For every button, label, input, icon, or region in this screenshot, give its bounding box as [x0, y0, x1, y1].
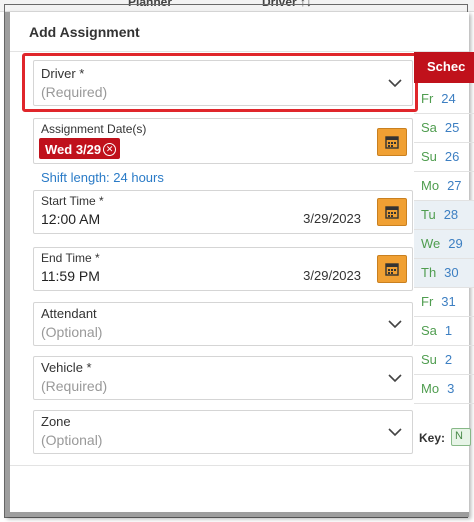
- start-time-calendar-button[interactable]: [377, 198, 407, 226]
- schedule-day-row[interactable]: Mo 27: [414, 172, 474, 201]
- zone-label: Zone: [41, 414, 71, 429]
- end-time-label: End Time *: [41, 251, 100, 265]
- attendant-placeholder: (Optional): [41, 324, 103, 340]
- schedule-day-row[interactable]: Mo 3: [414, 375, 474, 404]
- vehicle-label: Vehicle *: [41, 360, 92, 375]
- add-assignment-modal: Add Assignment Driver * (Required) Assig…: [5, 12, 469, 517]
- shift-length-text: Shift length: 24 hours: [41, 170, 164, 185]
- schedule-key: Key: N: [414, 424, 474, 450]
- schedule-day-name: Mo: [421, 178, 440, 193]
- schedule-day-date: 28: [443, 207, 459, 222]
- schedule-day-name: Mo: [421, 381, 440, 396]
- key-box: N: [451, 428, 471, 446]
- schedule-day-date: 29: [448, 236, 463, 251]
- schedule-day-date: 1: [444, 323, 453, 338]
- schedule-day-date: 31: [441, 294, 456, 309]
- schedule-day-name: Sa: [421, 120, 437, 135]
- schedule-panel: Schec Fr 24 Sa 25 Su 26 Mo 27 Tu 28 We 29 Th 30 Fr 31 Sa…: [414, 52, 474, 462]
- attendant-select[interactable]: Attendant (Optional): [33, 302, 413, 346]
- schedule-header: Schec: [414, 52, 474, 83]
- vehicle-select[interactable]: Vehicle * (Required): [33, 356, 413, 400]
- modal-title: Add Assignment: [10, 12, 469, 52]
- end-time-calendar-button[interactable]: [377, 255, 407, 283]
- schedule-day-row[interactable]: Su 26: [414, 143, 474, 172]
- schedule-day-row[interactable]: Th 30: [414, 259, 474, 288]
- schedule-day-date: 3: [447, 381, 455, 396]
- attendant-label: Attendant: [41, 306, 97, 321]
- end-time-field[interactable]: End Time * 11:59 PM 3/29/2023: [33, 247, 413, 291]
- schedule-day-name: Sa: [421, 323, 437, 338]
- schedule-day-date: 24: [441, 91, 456, 106]
- calendar-icon: [385, 206, 399, 219]
- schedule-day-row[interactable]: Su 2: [414, 346, 474, 375]
- assignment-dates-label: Assignment Date(s): [41, 122, 147, 136]
- calendar-icon: [385, 136, 399, 149]
- zone-select[interactable]: Zone (Optional): [33, 410, 413, 454]
- schedule-day-row[interactable]: Sa 25: [414, 114, 474, 143]
- schedule-day-date: 30: [444, 265, 459, 280]
- calendar-icon: [385, 263, 399, 276]
- vehicle-placeholder: (Required): [41, 378, 108, 394]
- schedule-day-name: We: [421, 236, 441, 251]
- date-chip[interactable]: Wed 3/29 ✕: [39, 138, 121, 159]
- schedule-day-row[interactable]: Sa 1: [414, 317, 474, 346]
- schedule-day-date: 26: [444, 149, 460, 164]
- key-label: Key:: [419, 431, 446, 445]
- zone-placeholder: (Optional): [41, 432, 103, 448]
- modal-footer-divider: [10, 465, 469, 466]
- schedule-day-row[interactable]: Fr 31: [414, 288, 474, 317]
- close-circle-icon[interactable]: ✕: [103, 143, 117, 156]
- start-time-label: Start Time *: [41, 194, 104, 208]
- schedule-day-name: Tu: [421, 207, 436, 222]
- schedule-day-name: Th: [421, 265, 437, 280]
- schedule-day-name: Fr: [421, 91, 434, 106]
- chevron-down-icon: [388, 374, 402, 383]
- schedule-day-date: 27: [447, 178, 462, 193]
- assignment-dates-field: Assignment Date(s) Wed 3/29 ✕: [33, 118, 413, 164]
- schedule-day-date: 2: [444, 352, 453, 367]
- chevron-down-icon: [388, 320, 402, 329]
- schedule-day-row[interactable]: Fr 24: [414, 85, 474, 114]
- schedule-day-name: Su: [421, 149, 437, 164]
- date-chip-label: Wed 3/29: [45, 142, 102, 157]
- schedule-day-row[interactable]: Tu 28: [414, 201, 474, 230]
- driver-highlight-box: [22, 53, 418, 112]
- end-date-value[interactable]: 3/29/2023: [303, 268, 361, 283]
- start-time-field[interactable]: Start Time * 12:00 AM 3/29/2023: [33, 190, 413, 234]
- schedule-day-row[interactable]: We 29: [414, 230, 474, 259]
- assignment-date-calendar-button[interactable]: [377, 128, 407, 156]
- schedule-day-date: 25: [444, 120, 460, 135]
- start-date-value[interactable]: 3/29/2023: [303, 211, 361, 226]
- schedule-day-name: Fr: [421, 294, 434, 309]
- schedule-day-name: Su: [421, 352, 437, 367]
- chevron-down-icon: [388, 428, 402, 437]
- start-time-value[interactable]: 12:00 AM: [41, 211, 100, 227]
- end-time-value[interactable]: 11:59 PM: [41, 268, 100, 284]
